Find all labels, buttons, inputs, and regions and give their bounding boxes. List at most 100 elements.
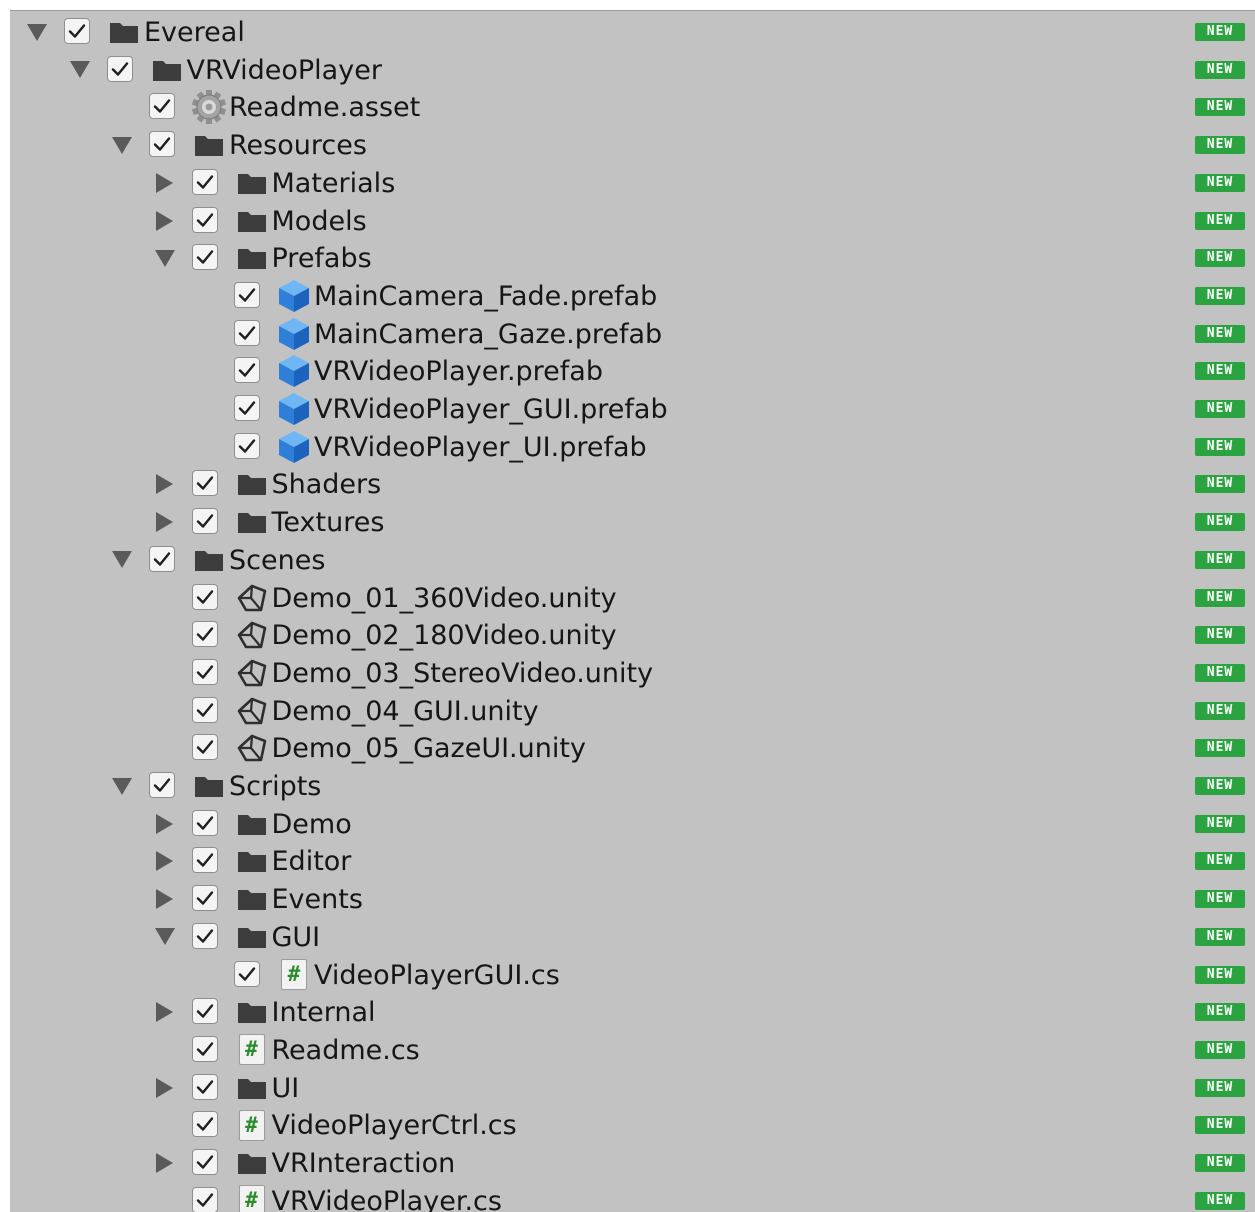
triangle-right-icon[interactable] xyxy=(152,1069,178,1107)
triangle-down-icon[interactable] xyxy=(152,918,178,956)
checkmark-icon xyxy=(196,665,213,679)
include-checkbox[interactable] xyxy=(191,1035,218,1062)
tree-row[interactable]: MainCamera_Fade.prefab NEW xyxy=(10,277,1255,315)
triangle-right-icon[interactable] xyxy=(152,164,178,202)
tree-row[interactable]: Demo NEW xyxy=(10,805,1255,843)
tree-row[interactable]: VRVideoPlayer_UI.prefab NEW xyxy=(10,428,1255,466)
include-checkbox[interactable] xyxy=(191,244,218,271)
include-checkbox[interactable] xyxy=(191,206,218,233)
include-checkbox[interactable] xyxy=(191,1073,218,1100)
triangle-right-icon[interactable] xyxy=(152,880,178,918)
checkmark-icon xyxy=(196,589,213,604)
include-checkbox[interactable] xyxy=(191,658,218,685)
triangle-right-icon[interactable] xyxy=(152,465,178,503)
tree-row[interactable]: Demo_02_180Video.unity NEW xyxy=(10,616,1255,654)
tree-row[interactable]: # VRVideoPlayer.cs NEW xyxy=(10,1182,1255,1212)
triangle-down-icon[interactable] xyxy=(109,126,135,164)
tree-row[interactable]: Demo_03_StereoVideo.unity NEW xyxy=(10,654,1255,692)
tree-row[interactable]: Internal NEW xyxy=(10,993,1255,1031)
tree-item-label: Demo_02_180Video.unity xyxy=(271,620,617,652)
tree-row[interactable]: # VideoPlayerCtrl.cs NEW xyxy=(10,1106,1255,1144)
include-checkbox[interactable] xyxy=(234,432,260,459)
include-checkbox[interactable] xyxy=(149,772,175,798)
include-checkbox[interactable] xyxy=(234,281,260,308)
folder-icon xyxy=(234,880,270,918)
triangle-down-icon[interactable] xyxy=(67,51,93,89)
tree-item-label: VRInteraction xyxy=(271,1148,456,1179)
include-checkbox[interactable] xyxy=(191,734,218,761)
new-badge: NEW xyxy=(1195,1040,1245,1059)
include-checkbox[interactable] xyxy=(191,998,218,1025)
tree-row[interactable]: Scripts NEW xyxy=(10,767,1255,805)
prefab-cube-icon xyxy=(276,390,312,428)
tree-row[interactable]: GUI NEW xyxy=(10,918,1255,956)
include-checkbox[interactable] xyxy=(191,1111,218,1138)
tree-row[interactable]: Demo_04_GUI.unity NEW xyxy=(10,692,1255,730)
new-badge: NEW xyxy=(1195,927,1245,946)
tree-row[interactable]: Models NEW xyxy=(10,202,1255,240)
tree-row[interactable]: Prefabs NEW xyxy=(10,239,1255,277)
new-badge: NEW xyxy=(1195,1078,1245,1097)
tree-item-label: Materials xyxy=(271,167,396,199)
tree-row[interactable]: Demo_01_360Video.unity NEW xyxy=(10,579,1255,617)
folder-icon xyxy=(234,465,270,503)
include-checkbox[interactable] xyxy=(234,319,260,346)
include-checkbox[interactable] xyxy=(191,696,218,723)
include-checkbox[interactable] xyxy=(191,508,218,535)
folder-icon xyxy=(149,51,185,89)
include-checkbox[interactable] xyxy=(149,131,175,158)
tree-row[interactable]: Editor NEW xyxy=(10,842,1255,880)
tree-row[interactable]: VRVideoPlayer.prefab NEW xyxy=(10,352,1255,390)
checkmark-icon xyxy=(196,514,213,528)
folder-icon xyxy=(106,13,142,51)
include-checkbox[interactable] xyxy=(191,847,218,874)
include-checkbox[interactable] xyxy=(234,960,260,987)
triangle-down-icon[interactable] xyxy=(109,767,135,805)
tree-row[interactable]: VRVideoPlayer NEW xyxy=(10,51,1255,89)
tree-row[interactable]: Scenes NEW xyxy=(10,541,1255,579)
include-checkbox[interactable] xyxy=(149,93,175,120)
triangle-right-icon[interactable] xyxy=(152,1144,178,1182)
include-checkbox[interactable] xyxy=(191,809,218,836)
new-badge: NEW xyxy=(1195,173,1245,192)
include-checkbox[interactable] xyxy=(191,583,218,610)
tree-row[interactable]: UI NEW xyxy=(10,1069,1255,1107)
include-checkbox[interactable] xyxy=(234,357,260,384)
include-checkbox[interactable] xyxy=(191,470,218,497)
include-checkbox[interactable] xyxy=(234,395,260,421)
triangle-right-icon[interactable] xyxy=(152,842,178,880)
tree-row[interactable]: MainCamera_Gaze.prefab NEW xyxy=(10,315,1255,353)
tree-row[interactable]: Evereal NEW xyxy=(10,13,1255,51)
tree-row[interactable]: Shaders NEW xyxy=(10,465,1255,503)
include-checkbox[interactable] xyxy=(191,922,218,949)
tree-row[interactable]: # VideoPlayerGUI.cs NEW xyxy=(10,956,1255,994)
triangle-right-icon[interactable] xyxy=(152,202,178,240)
tree-row[interactable]: Events NEW xyxy=(10,880,1255,918)
tree-row[interactable]: VRVideoPlayer_GUI.prefab NEW xyxy=(10,390,1255,428)
include-checkbox[interactable] xyxy=(64,18,90,44)
triangle-right-icon[interactable] xyxy=(152,993,178,1031)
tree-item-label: Demo_01_360Video.unity xyxy=(271,582,617,614)
tree-row[interactable]: # Readme.cs NEW xyxy=(10,1031,1255,1069)
tree-row[interactable]: Readme.asset NEW xyxy=(10,88,1255,126)
checkmark-icon xyxy=(238,966,256,981)
tree-row[interactable]: Resources NEW xyxy=(10,126,1255,164)
triangle-down-icon[interactable] xyxy=(152,239,178,277)
triangle-right-icon[interactable] xyxy=(152,503,178,541)
include-checkbox[interactable] xyxy=(191,885,218,912)
checkmark-icon xyxy=(68,24,86,38)
include-checkbox[interactable] xyxy=(106,55,133,82)
triangle-down-icon[interactable] xyxy=(109,541,135,579)
include-checkbox[interactable] xyxy=(149,545,175,572)
tree-row[interactable]: Materials NEW xyxy=(10,164,1255,202)
tree-row[interactable]: Demo_05_GazeUI.unity NEW xyxy=(10,729,1255,767)
triangle-right-icon[interactable] xyxy=(152,805,178,843)
tree-row[interactable]: Textures NEW xyxy=(10,503,1255,541)
csharp-script-icon: # xyxy=(234,1182,270,1212)
include-checkbox[interactable] xyxy=(191,1186,218,1212)
include-checkbox[interactable] xyxy=(191,1149,218,1175)
include-checkbox[interactable] xyxy=(191,168,218,195)
tree-row[interactable]: VRInteraction NEW xyxy=(10,1144,1255,1182)
include-checkbox[interactable] xyxy=(191,621,218,648)
triangle-down-icon[interactable] xyxy=(24,13,50,51)
